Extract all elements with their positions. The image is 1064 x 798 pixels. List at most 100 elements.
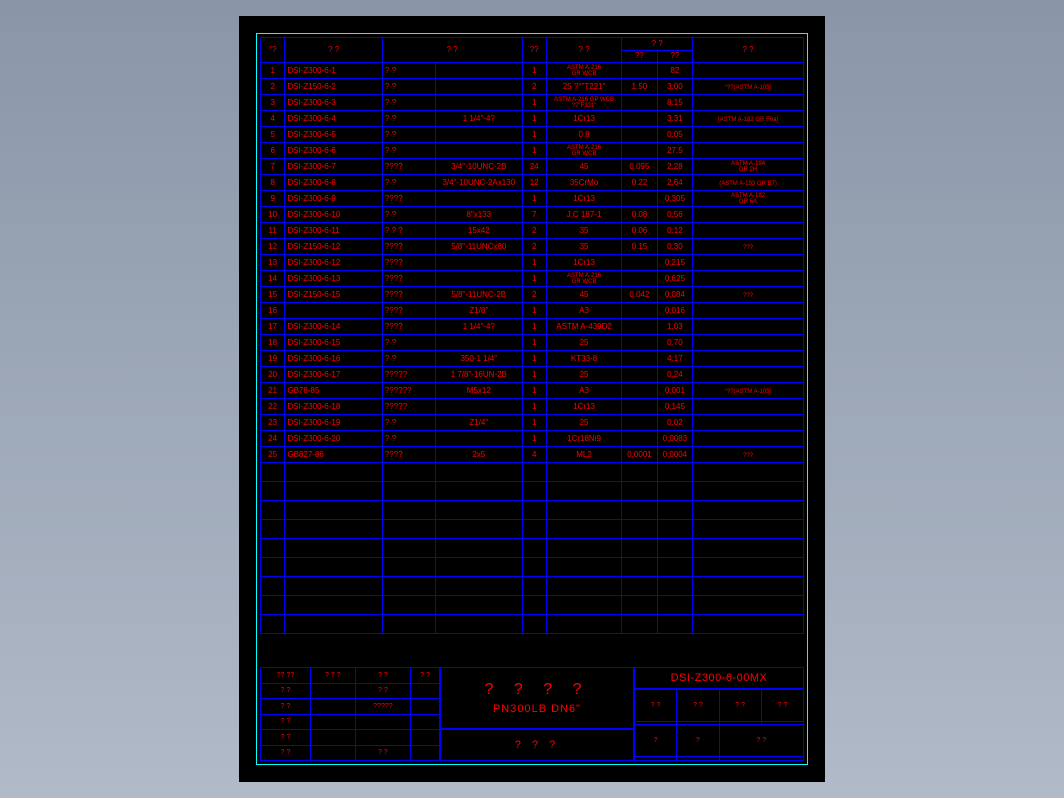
cell-seq: 19 xyxy=(261,351,285,367)
cell-w2: 0.12 xyxy=(657,223,692,239)
cell-seq: 3 xyxy=(261,95,285,111)
bom-row: 9DSI-Z300-6-9????11Cr130.305ASTM A-182GR… xyxy=(261,191,804,207)
bom-row: 1DSI-Z300-6-1? ?1ASTM A-216GR WCB82 xyxy=(261,63,804,79)
cell-spec xyxy=(436,127,522,143)
cell-code: DSI-Z300-6-7 xyxy=(285,159,383,175)
title-main: ? ? ? ? xyxy=(485,681,590,699)
titleblock-left-row: ? ?? ? xyxy=(261,745,440,761)
cell-seq: 10 xyxy=(261,207,285,223)
cell-mat: 1Cr13 xyxy=(546,191,621,207)
cell-w2: 0.625 xyxy=(657,271,692,287)
cell-code: DSI-Z300-6-1 xyxy=(285,63,383,79)
cell-code: DSI-Z300-6-4 xyxy=(285,111,383,127)
bom-empty-row xyxy=(261,558,804,577)
cell-mat: 45 xyxy=(546,287,621,303)
bom-empty-row xyxy=(261,596,804,615)
cell-w1 xyxy=(622,431,657,447)
cell-seq: 4 xyxy=(261,111,285,127)
cell-name: ? ? ? xyxy=(382,223,435,239)
cell-w1 xyxy=(622,63,657,79)
title-block-right: DSI-Z300-6-00MX ? ?? ?? ?? ???? ? xyxy=(634,667,804,761)
hdr-mat: ? ? xyxy=(546,38,621,63)
titleblock-left-cell: ? ? xyxy=(261,683,311,699)
cell-rem xyxy=(693,127,804,143)
titleblock-left-cell xyxy=(411,699,440,715)
cell-code: DSI-Z300-6-8 xyxy=(285,175,383,191)
cell-qty: 1 xyxy=(522,303,546,319)
cell-code: GB78-85 xyxy=(285,383,383,399)
cell-rem: ??? xyxy=(693,447,804,463)
cell-w1 xyxy=(622,351,657,367)
cell-w1: 1.50 xyxy=(622,79,657,95)
cell-qty: 1 xyxy=(522,271,546,287)
cell-spec: 1 7/8"-16UN-2B xyxy=(436,367,522,383)
drawing-title: ? ? ? ? PN300LB DN6" xyxy=(440,667,634,729)
cell-seq: 21 xyxy=(261,383,285,399)
cell-code xyxy=(285,303,383,319)
cell-mat: 25 xyxy=(546,367,621,383)
titleblock-right-cell: ? ? xyxy=(635,690,677,722)
title-block: ?? ??? ? ?? ?? ?? ?? ?? ??????? ?? ?? ??… xyxy=(260,667,804,761)
cell-code: DSI-Z150-6-12 xyxy=(285,239,383,255)
titleblock-left-cell xyxy=(311,745,356,761)
cell-w1: 0.08 xyxy=(622,207,657,223)
cell-qty: 1 xyxy=(522,399,546,415)
cell-name: ? ? xyxy=(382,415,435,431)
cell-w2: 0.016 xyxy=(657,303,692,319)
cell-name: ? ? xyxy=(382,143,435,159)
cell-code: DSI-Z300-6-12 xyxy=(285,255,383,271)
cell-rem: ASTM A-194GR 2H xyxy=(693,159,804,175)
cell-mat: ASTM A-216GR WCB xyxy=(546,271,621,287)
cell-code: DSI-Z300-6-15 xyxy=(285,335,383,351)
cell-seq: 7 xyxy=(261,159,285,175)
cell-spec: 5/8"-11UNCx80 xyxy=(436,239,522,255)
cell-qty: 1 xyxy=(522,319,546,335)
bom-row: 13DSI-Z300-6-12????11Cr130.215 xyxy=(261,255,804,271)
cell-seq: 25 xyxy=(261,447,285,463)
cell-name: ???? xyxy=(382,255,435,271)
cell-seq: 12 xyxy=(261,239,285,255)
titleblock-right-cell: ? ? xyxy=(719,725,804,757)
cell-qty: 2 xyxy=(522,287,546,303)
cell-w1: 0.042 xyxy=(622,287,657,303)
titleblock-left-cell: ?? ?? xyxy=(261,668,311,684)
cell-spec xyxy=(436,255,522,271)
cell-rem xyxy=(693,303,804,319)
bom-empty-row xyxy=(261,539,804,558)
cell-w1: 0.06 xyxy=(622,223,657,239)
cell-qty: 1 xyxy=(522,191,546,207)
cell-w2: 0.084 xyxy=(657,287,692,303)
cell-mat: 1Cr13 xyxy=(546,111,621,127)
cell-qty: 1 xyxy=(522,351,546,367)
cell-qty: 2 xyxy=(522,239,546,255)
hdr-qty: ?? xyxy=(522,38,546,63)
titleblock-left-row: ? ?????? xyxy=(261,699,440,715)
cell-w2: 3.31 xyxy=(657,111,692,127)
cell-qty: 1 xyxy=(522,255,546,271)
bom-row: 25GB827-86????2x54ML20.00010.0004??? xyxy=(261,447,804,463)
bom-row: 3DSI-Z300-6-3? ?1ASTM A-216 GP WCB??"F32… xyxy=(261,95,804,111)
cell-seq: 2 xyxy=(261,79,285,95)
cell-spec: 350-1 1/4" xyxy=(436,351,522,367)
cell-rem: (ASTM A-182 GR F6a) xyxy=(693,111,804,127)
cell-rem xyxy=(693,399,804,415)
cell-qty: 1 xyxy=(522,95,546,111)
cell-mat: 45 xyxy=(546,159,621,175)
cell-mat: 35 xyxy=(546,239,621,255)
cell-mat: ASTM A-216 GP WCB??"F321" xyxy=(546,95,621,111)
bom-row: 19DSI-Z300-6-16? ?350-1 1/4"1KT33-84.17 xyxy=(261,351,804,367)
cell-qty: 1 xyxy=(522,383,546,399)
cell-w2: 0.305 xyxy=(657,191,692,207)
titleblock-left-cell: ? ? xyxy=(261,730,311,746)
cell-qty: 12 xyxy=(522,175,546,191)
hdr-name: ? ? xyxy=(382,38,522,63)
cell-spec: Z1/8" xyxy=(436,303,522,319)
titleblock-right-cell: ? ? xyxy=(719,690,761,722)
cell-w1: 0.095 xyxy=(622,159,657,175)
titleblock-right-cell: ? ? xyxy=(761,690,803,722)
cell-mat: 1Cr13 xyxy=(546,255,621,271)
cell-spec: 1 1/4"-4? xyxy=(436,319,522,335)
cell-code: DSI-Z150-6-15 xyxy=(285,287,383,303)
cell-spec xyxy=(436,399,522,415)
titleblock-left-cell xyxy=(311,714,356,730)
